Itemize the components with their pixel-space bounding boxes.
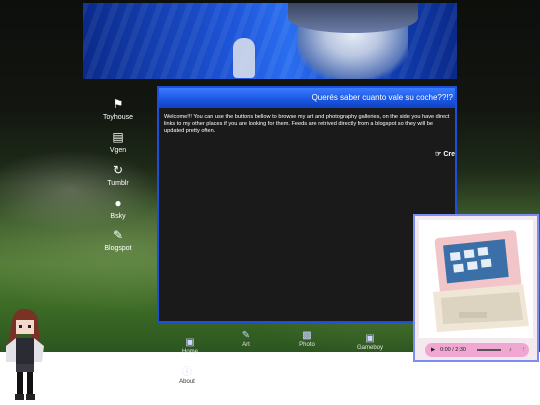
taskbar-label: About: [179, 379, 195, 385]
side-link-tumblr[interactable]: ↻ Tumblr: [93, 164, 143, 188]
progress-bar[interactable]: [477, 349, 501, 351]
audio-player[interactable]: ▶ 0:00 / 2:30 ♪ ⋮: [425, 343, 529, 357]
taskbar-label: Photo: [299, 342, 315, 348]
side-link-label: Tumblr: [107, 180, 129, 187]
side-link-label: Bsky: [110, 213, 126, 220]
credits-link[interactable]: ☞ Cre: [435, 150, 455, 158]
taskbar-about[interactable]: ⓘ About: [167, 367, 207, 386]
side-link-toyhouse[interactable]: ⚑ Toyhouse: [93, 98, 143, 122]
toyhouse-icon: ⚑: [112, 97, 124, 111]
media-popup: ▶ 0:00 / 2:30 ♪ ⋮: [413, 214, 539, 362]
taskbar-label: Home: [181, 349, 198, 355]
taskbar-label: Gameboy: [356, 345, 383, 351]
about-icon: ⓘ: [182, 367, 192, 378]
home-icon: ▣: [185, 337, 195, 348]
taskbar-gameboy[interactable]: ▣ Gameboy: [350, 333, 390, 352]
vgen-icon: ▤: [112, 130, 124, 144]
taskbar-art[interactable]: ✎ Art: [226, 330, 266, 349]
taskbar-photo[interactable]: ▩ Photo: [287, 330, 327, 349]
blogspot-icon: ✎: [112, 228, 124, 242]
volume-icon[interactable]: ♪: [509, 343, 512, 357]
banner-character-hand: [233, 38, 255, 78]
art-icon: ✎: [241, 330, 251, 341]
side-link-vgen[interactable]: ▤ Vgen: [93, 131, 143, 155]
character-sprite: [6, 308, 44, 400]
main-window: Querés saber cuanto vale su coche??!? We…: [157, 86, 457, 323]
credits-label: Cre: [443, 151, 455, 158]
banner-character-hair: [288, 3, 418, 33]
tumblr-icon: ↻: [112, 163, 124, 177]
bsky-icon: ●: [114, 196, 122, 210]
gameboy-icon: ▣: [365, 333, 375, 344]
side-link-label: Toyhouse: [103, 114, 133, 121]
side-link-bsky[interactable]: ● Bsky: [93, 197, 143, 221]
side-link-label: Vgen: [109, 147, 127, 154]
more-options-icon[interactable]: ⋮: [521, 343, 527, 357]
player-time: 0:00 / 2:30: [440, 347, 466, 353]
photo-icon: ▩: [302, 330, 312, 341]
credits-hand-icon: ☞: [435, 151, 442, 158]
side-link-blogspot[interactable]: ✎ Blogspot: [93, 229, 143, 253]
window-title: Querés saber cuanto vale su coche??!?: [159, 88, 455, 108]
device-photo: [419, 220, 533, 338]
taskbar-label: Art: [242, 342, 250, 348]
header-banner: [83, 3, 457, 79]
taskbar-home[interactable]: ▣ Home: [170, 337, 210, 356]
side-link-label: Blogspot: [104, 245, 132, 252]
welcome-text: Welcome!!! You can use the buttons bello…: [164, 114, 450, 134]
play-icon[interactable]: ▶: [431, 343, 435, 357]
